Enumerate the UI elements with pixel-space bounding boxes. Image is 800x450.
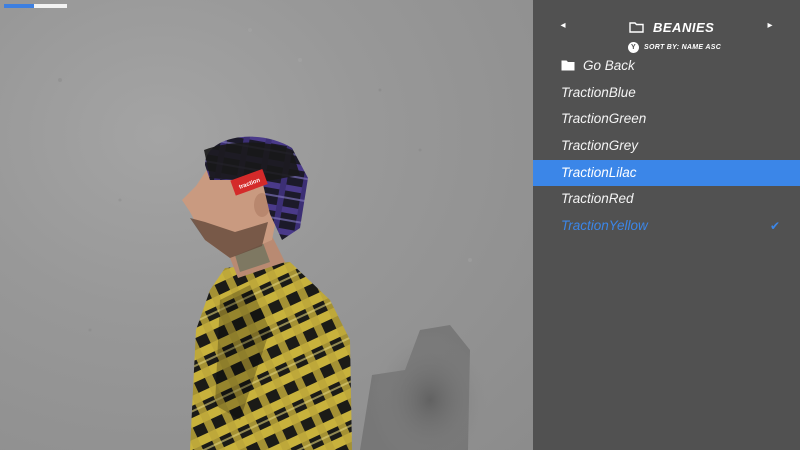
list-item-label: TractionBlue — [561, 84, 636, 100]
loading-progress-bar — [4, 4, 67, 8]
folder-icon — [561, 60, 575, 71]
progress-fill — [4, 4, 35, 8]
list-item-selected[interactable]: TractionLilac — [533, 159, 800, 187]
list-item-label: Go Back — [583, 58, 635, 73]
sort-label: SORT BY: NAME ASC — [644, 43, 722, 51]
list-item-label: TractionYellow — [561, 218, 648, 234]
y-button-icon: Y — [628, 41, 639, 53]
category-title: BEANIES — [653, 19, 715, 35]
folder-icon — [629, 22, 644, 33]
checkmark-icon: ✔ — [769, 219, 780, 234]
category-title-wrap: BEANIES — [629, 18, 714, 36]
list-item[interactable]: TractionBlue — [533, 80, 800, 107]
list-item-equipped[interactable]: TractionYellow ✔ — [533, 213, 800, 240]
list-item-label: TractionLilac — [561, 164, 637, 180]
sort-control[interactable]: Y SORT BY: NAME ASC — [628, 40, 721, 54]
list-item-label: TractionGrey — [561, 138, 639, 154]
item-list: Go Back TractionBlue TractionGreen Tract… — [533, 53, 800, 240]
list-item[interactable]: TractionGreen — [533, 106, 800, 133]
list-item[interactable]: TractionRed — [533, 186, 800, 213]
go-back-item[interactable]: Go Back — [533, 53, 800, 80]
clothing-menu-panel: ◂ BEANIES ▸ Y SORT BY: NAME ASC Go Back … — [533, 0, 800, 450]
category-header: ◂ BEANIES ▸ — [533, 16, 800, 38]
previous-category-arrow[interactable]: ◂ — [558, 20, 568, 32]
character-render: traction — [58, 28, 490, 450]
next-category-arrow[interactable]: ▸ — [765, 20, 775, 32]
character-preview: traction — [0, 0, 533, 450]
list-item-label: TractionGreen — [561, 111, 647, 127]
list-item[interactable]: TractionGrey — [533, 133, 800, 160]
list-item-label: TractionRed — [561, 191, 634, 207]
